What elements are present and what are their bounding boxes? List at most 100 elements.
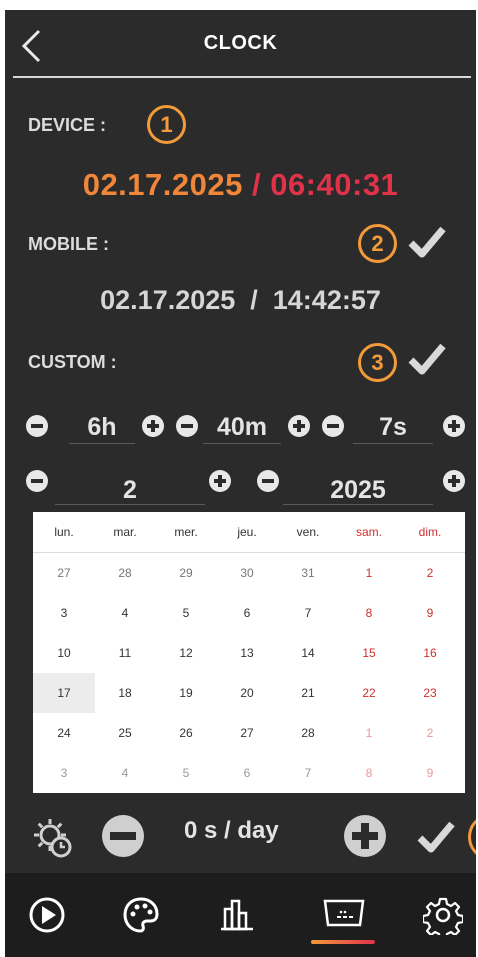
year-decrement-button[interactable] (257, 470, 279, 492)
calendar-day[interactable]: 10 (33, 633, 95, 673)
step-marker-3: 3 (358, 343, 397, 382)
calendar-day[interactable]: 9 (399, 753, 461, 793)
minutes-input[interactable]: 40m (203, 413, 281, 442)
palette-icon[interactable] (121, 895, 161, 935)
mobile-datetime: 02.17.2025 / 14:42:57 (100, 285, 381, 315)
calendar-day[interactable]: 13 (216, 633, 278, 673)
calendar-day[interactable]: 30 (216, 553, 278, 593)
hours-decrement-button[interactable] (26, 415, 48, 437)
weekday-label-weekend: dim. (418, 525, 442, 539)
step-marker-1: 1 (147, 105, 186, 144)
calendar-day[interactable]: 28 (277, 713, 339, 753)
calendar-day[interactable]: 27 (33, 553, 95, 593)
apply-mobile-check-icon[interactable] (407, 225, 447, 259)
calendar-day[interactable]: 29 (155, 553, 217, 593)
calendar-day[interactable]: 14 (277, 633, 339, 673)
seconds-decrement-button[interactable] (322, 415, 344, 437)
calendar-day[interactable]: 2 (399, 553, 461, 593)
calendar-weekday-header: lun. mar. mer. jeu. ven. sam. dim. (33, 512, 465, 553)
calendar-day[interactable]: 26 (155, 713, 217, 753)
device-datetime: 02.17.2025 / 06:40:31 (5, 167, 476, 203)
weekday-label: jeu. (237, 525, 257, 539)
weekday-label: lun. (54, 525, 74, 539)
seconds-increment-button[interactable] (443, 415, 465, 437)
seconds-input[interactable]: 7s (353, 413, 433, 442)
month-decrement-button[interactable] (26, 470, 48, 492)
weekday-label: mer. (174, 525, 198, 539)
calendar-day[interactable]: 31 (277, 553, 339, 593)
month-input[interactable]: 2 (55, 476, 205, 505)
calendar-day[interactable]: 4 (94, 753, 156, 793)
hours-increment-button[interactable] (142, 415, 164, 437)
mobile-label: MOBILE : (28, 234, 109, 254)
weekday-label: mar. (113, 525, 137, 539)
calendar-day[interactable]: 9 (399, 593, 461, 633)
play-icon[interactable] (27, 895, 67, 935)
drift-increment-button[interactable] (344, 815, 386, 857)
custom-label: CUSTOM : (28, 352, 117, 372)
apply-custom-check-icon[interactable] (407, 342, 447, 376)
calendar-day[interactable]: 3 (33, 593, 95, 633)
clock-screen: CLOCK DEVICE : 1 02.17.2025 / 06:40:31 M… (5, 10, 476, 957)
device-time: 06:40:31 (270, 167, 399, 202)
calendar-day[interactable]: 21 (277, 673, 339, 713)
calendar-day[interactable]: 28 (94, 553, 156, 593)
calendar-day[interactable]: 16 (399, 633, 461, 673)
active-tab-indicator (311, 940, 375, 944)
year-increment-button[interactable] (443, 470, 465, 492)
calendar-day[interactable]: 25 (94, 713, 156, 753)
calendar-day-selected[interactable]: 17 (33, 673, 95, 713)
calendar-day[interactable]: 20 (216, 673, 278, 713)
calendar-day[interactable]: 18 (94, 673, 156, 713)
settings-icon[interactable] (423, 895, 463, 935)
bars-icon[interactable] (217, 895, 257, 935)
month-increment-button[interactable] (209, 470, 231, 492)
calendar-day[interactable]: 11 (94, 633, 156, 673)
calendar-day[interactable]: 6 (216, 593, 278, 633)
calendar-day[interactable]: 1 (338, 713, 400, 753)
month-underline (55, 504, 205, 505)
clock-gear-icon[interactable] (30, 815, 74, 859)
calendar-day[interactable]: 6 (216, 753, 278, 793)
display-icon[interactable] (319, 895, 369, 935)
calendar-day[interactable]: 15 (338, 633, 400, 673)
calendar-day[interactable]: 1 (338, 553, 400, 593)
calendar-day[interactable]: 4 (94, 593, 156, 633)
page-title: CLOCK (203, 32, 278, 54)
step-marker-4-partial (468, 816, 476, 858)
calendar-day[interactable]: 12 (155, 633, 217, 673)
calendar-day[interactable]: 3 (33, 753, 95, 793)
calendar-day[interactable]: 2 (399, 713, 461, 753)
minutes-decrement-button[interactable] (176, 415, 198, 437)
drift-decrement-button[interactable] (102, 815, 144, 857)
calendar-day[interactable]: 5 (155, 753, 217, 793)
calendar-day[interactable]: 19 (155, 673, 217, 713)
apply-drift-check-icon[interactable] (416, 820, 456, 854)
device-separator: / (242, 167, 271, 202)
calendar-day[interactable]: 7 (277, 593, 339, 633)
hours-underline (69, 443, 135, 444)
bottom-navigation (5, 873, 476, 957)
calendar-day[interactable]: 24 (33, 713, 95, 753)
year-input[interactable]: 2025 (283, 476, 433, 505)
step-marker-2: 2 (358, 224, 397, 263)
calendar-day[interactable]: 5 (155, 593, 217, 633)
hours-input[interactable]: 6h (69, 413, 135, 442)
calendar: lun. mar. mer. jeu. ven. sam. dim. 27 28 2… (33, 512, 465, 793)
weekday-label: ven. (296, 525, 320, 539)
calendar-day[interactable]: 27 (216, 713, 278, 753)
header: CLOCK (5, 10, 476, 78)
year-underline (283, 504, 433, 505)
calendar-day[interactable]: 22 (338, 673, 400, 713)
minutes-underline (203, 443, 281, 444)
drift-rate: 0 s / day (184, 817, 279, 844)
calendar-day[interactable]: 8 (338, 593, 400, 633)
minutes-increment-button[interactable] (288, 415, 310, 437)
device-date: 02.17.2025 (82, 167, 243, 202)
calendar-day[interactable]: 8 (338, 753, 400, 793)
calendar-day[interactable]: 7 (277, 753, 339, 793)
device-label: DEVICE : (28, 115, 107, 135)
seconds-underline (353, 443, 433, 444)
weekday-label-weekend: sam. (355, 525, 382, 539)
calendar-day[interactable]: 23 (399, 673, 461, 713)
